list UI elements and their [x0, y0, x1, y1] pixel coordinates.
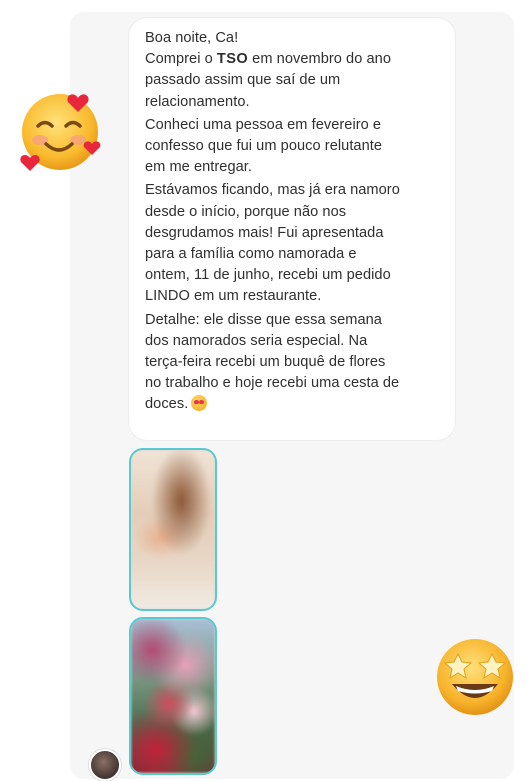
- message-line: Comprei o TSO em novembro do ano: [145, 49, 443, 70]
- message-text: Comprei o: [145, 51, 217, 68]
- message-line: dos namorados seria especial. Na: [145, 332, 368, 349]
- message-line: doces.: [145, 394, 443, 415]
- story-photo-flowers-icon: [131, 619, 215, 773]
- message-line: relacionamento.: [145, 93, 250, 110]
- heart-eyes-emoji-icon: [191, 395, 208, 412]
- story-reply-thumbnail[interactable]: [129, 448, 217, 611]
- message-line: Boa noite, Ca!: [145, 30, 239, 46]
- message-text: em novembro do ano: [248, 51, 391, 68]
- message-line: LINDO em um restaurante.: [145, 288, 322, 305]
- story-photo-woman-icon: [131, 450, 215, 609]
- message-line: desgrudamos mais! Fui apresentada: [145, 224, 384, 241]
- sender-avatar[interactable]: [89, 749, 121, 781]
- message-line: no trabalho e hoje recebi uma cesta de: [145, 375, 400, 392]
- message-line: passado assim que saí de um: [145, 72, 341, 89]
- message-line: para a família como namorada e: [145, 246, 357, 263]
- message-line: ontem, 11 de junho, recebi um pedido: [145, 267, 391, 284]
- tso-tag: TSO: [216, 51, 249, 68]
- message-line: terça-feira recebi um buquê de flores: [145, 354, 386, 371]
- message-line: em me entregar.: [145, 159, 253, 176]
- star-struck-face-icon: [437, 639, 513, 715]
- message-line: confesso que fui um pouco relutante: [145, 138, 383, 155]
- story-reply-thumbnail[interactable]: [129, 617, 217, 775]
- message-line: Conheci uma pessoa em fevereiro e: [145, 116, 382, 133]
- message-line: Estávamos ficando, mas já era namoro: [145, 182, 400, 199]
- message-line: desde o início, porque não nos: [145, 203, 347, 220]
- message-text: doces.: [145, 396, 189, 413]
- message-bubble[interactable]: Boa noite, Ca! Comprei o TSO em novembro…: [129, 18, 455, 440]
- smiling-face-with-hearts-icon: [20, 94, 101, 171]
- message-line: Detalhe: ele disse que essa semana: [145, 311, 382, 328]
